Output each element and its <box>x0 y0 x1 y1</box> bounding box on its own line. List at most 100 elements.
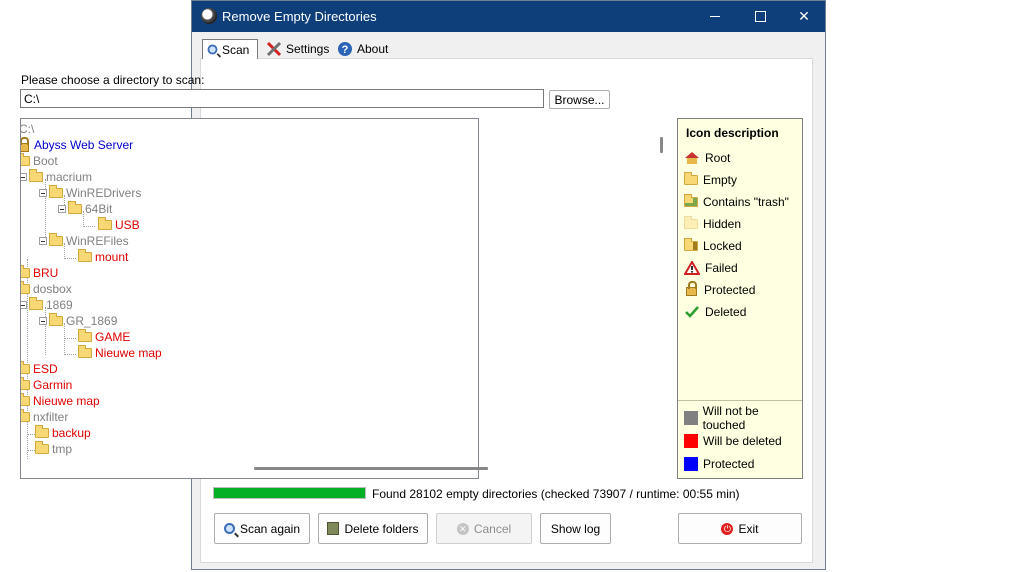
folder-icon <box>21 265 30 278</box>
folder-icon <box>21 393 30 406</box>
collapse-icon[interactable] <box>39 237 47 245</box>
trash-bin-icon <box>327 522 340 535</box>
folder-icon <box>98 217 112 230</box>
exit-button[interactable]: ⏻ Exit <box>678 513 802 544</box>
legend-item: Locked <box>684 237 742 255</box>
folder-icon <box>21 153 30 166</box>
tab-label: Scan <box>222 42 250 57</box>
tree-item[interactable]: WinREFiles <box>39 233 129 249</box>
directory-prompt: Please choose a directory to scan: <box>21 73 205 87</box>
tab-settings[interactable]: Settings <box>266 39 329 58</box>
legend-color-item: Will not be touched <box>684 404 802 432</box>
tree-item[interactable]: 64Bit <box>58 201 112 217</box>
app-icon <box>201 8 217 24</box>
tab-label: Settings <box>286 41 330 56</box>
legend-item: Hidden <box>684 215 741 233</box>
folder-icon <box>29 297 43 310</box>
folder-icon <box>49 313 63 326</box>
tree-item[interactable]: GAME <box>78 329 130 345</box>
maximize-icon <box>755 11 766 22</box>
tree-item[interactable]: Boot <box>21 153 58 169</box>
minimize-button[interactable] <box>695 4 735 28</box>
tree-item[interactable]: mount <box>78 249 128 265</box>
title-bar[interactable]: Remove Empty Directories ✕ <box>192 1 825 32</box>
cancel-icon: ✕ <box>456 522 469 535</box>
collapse-icon[interactable] <box>21 301 27 309</box>
lock-icon <box>686 280 697 296</box>
collapse-icon[interactable] <box>39 189 47 197</box>
scan-status: Found 28102 empty directories (checked 7… <box>372 487 740 501</box>
warning-icon <box>684 261 700 275</box>
legend-item: Root <box>684 149 730 167</box>
check-icon <box>685 306 699 318</box>
tab-label: About <box>357 41 389 56</box>
maximize-button[interactable] <box>740 4 780 28</box>
folder-icon <box>21 361 30 374</box>
magnifier-icon <box>207 44 218 55</box>
close-button[interactable]: ✕ <box>784 4 824 28</box>
delete-folders-button[interactable]: Delete folders <box>318 513 428 544</box>
tree-root[interactable]: C:\ <box>21 121 34 137</box>
folder-icon <box>68 201 82 214</box>
blue-swatch <box>684 457 698 471</box>
tree-item[interactable]: GR_1869 <box>39 313 117 329</box>
tree-item[interactable]: Garmin <box>21 377 72 393</box>
legend-item: Deleted <box>684 303 746 321</box>
root-icon <box>685 152 699 164</box>
directory-tree[interactable]: C:\ Abyss Web Server Boot macrium WinRED… <box>20 118 479 479</box>
collapse-icon[interactable] <box>58 205 66 213</box>
folder-icon <box>78 249 92 262</box>
legend-color-item: Will be deleted <box>684 432 782 450</box>
folder-icon <box>49 185 63 198</box>
legend-divider <box>678 400 802 401</box>
tree-item[interactable]: macrium <box>21 169 92 185</box>
hidden-folder-icon <box>684 216 698 229</box>
folder-icon <box>21 281 30 294</box>
tree-item[interactable]: WinREDrivers <box>39 185 141 201</box>
window-title: Remove Empty Directories <box>222 9 377 24</box>
browse-label: Browse... <box>554 92 605 107</box>
collapse-icon[interactable] <box>39 317 47 325</box>
tree-item[interactable]: dosbox <box>21 281 72 297</box>
close-icon: ✕ <box>798 8 810 24</box>
show-log-button[interactable]: Show log <box>540 513 611 544</box>
tab-scan[interactable]: Scan <box>202 39 258 59</box>
folder-icon <box>78 329 92 342</box>
collapse-icon[interactable] <box>21 173 27 181</box>
tree-item[interactable]: USB <box>98 217 140 233</box>
tree-item[interactable]: BRU <box>21 265 58 281</box>
scan-again-button[interactable]: Scan again <box>214 513 310 544</box>
directory-path-input[interactable] <box>20 89 544 108</box>
tree-item[interactable]: 1869 <box>21 297 73 313</box>
folder-icon <box>35 441 49 454</box>
legend-item: Protected <box>684 280 755 299</box>
tree-item[interactable]: backup <box>35 425 91 441</box>
folder-icon <box>21 409 30 422</box>
tree-item[interactable]: nxfilter <box>21 409 68 425</box>
cancel-button[interactable]: ✕ Cancel <box>436 513 532 544</box>
trash-folder-icon <box>684 194 698 207</box>
tab-about[interactable]: ? About <box>337 39 388 58</box>
grey-swatch <box>684 411 698 425</box>
red-swatch <box>684 434 698 448</box>
folder-icon <box>49 233 63 246</box>
legend-item: Contains "trash" <box>684 193 789 211</box>
folder-icon <box>35 425 49 438</box>
folder-icon <box>78 345 92 358</box>
tree-item[interactable]: Abyss Web Server <box>21 136 133 153</box>
tree-item[interactable]: ESD <box>21 361 58 377</box>
tree-horizontal-scrollbar[interactable] <box>254 467 488 470</box>
legend-item: Empty <box>684 171 737 189</box>
tools-icon <box>266 41 282 56</box>
power-icon: ⏻ <box>721 522 734 535</box>
icon-legend: Icon description Root Empty Contains "tr… <box>677 118 803 479</box>
locked-folder-icon <box>684 238 698 251</box>
minimize-icon <box>710 16 720 17</box>
tree-item[interactable]: Nieuwe map <box>21 393 100 409</box>
tree-item[interactable]: tmp <box>35 441 72 457</box>
legend-title: Icon description <box>686 126 779 140</box>
tree-item[interactable]: Nieuwe map <box>78 345 162 361</box>
browse-button[interactable]: Browse... <box>549 90 610 109</box>
tree-vertical-scrollbar[interactable] <box>660 137 663 153</box>
folder-icon <box>684 172 698 185</box>
